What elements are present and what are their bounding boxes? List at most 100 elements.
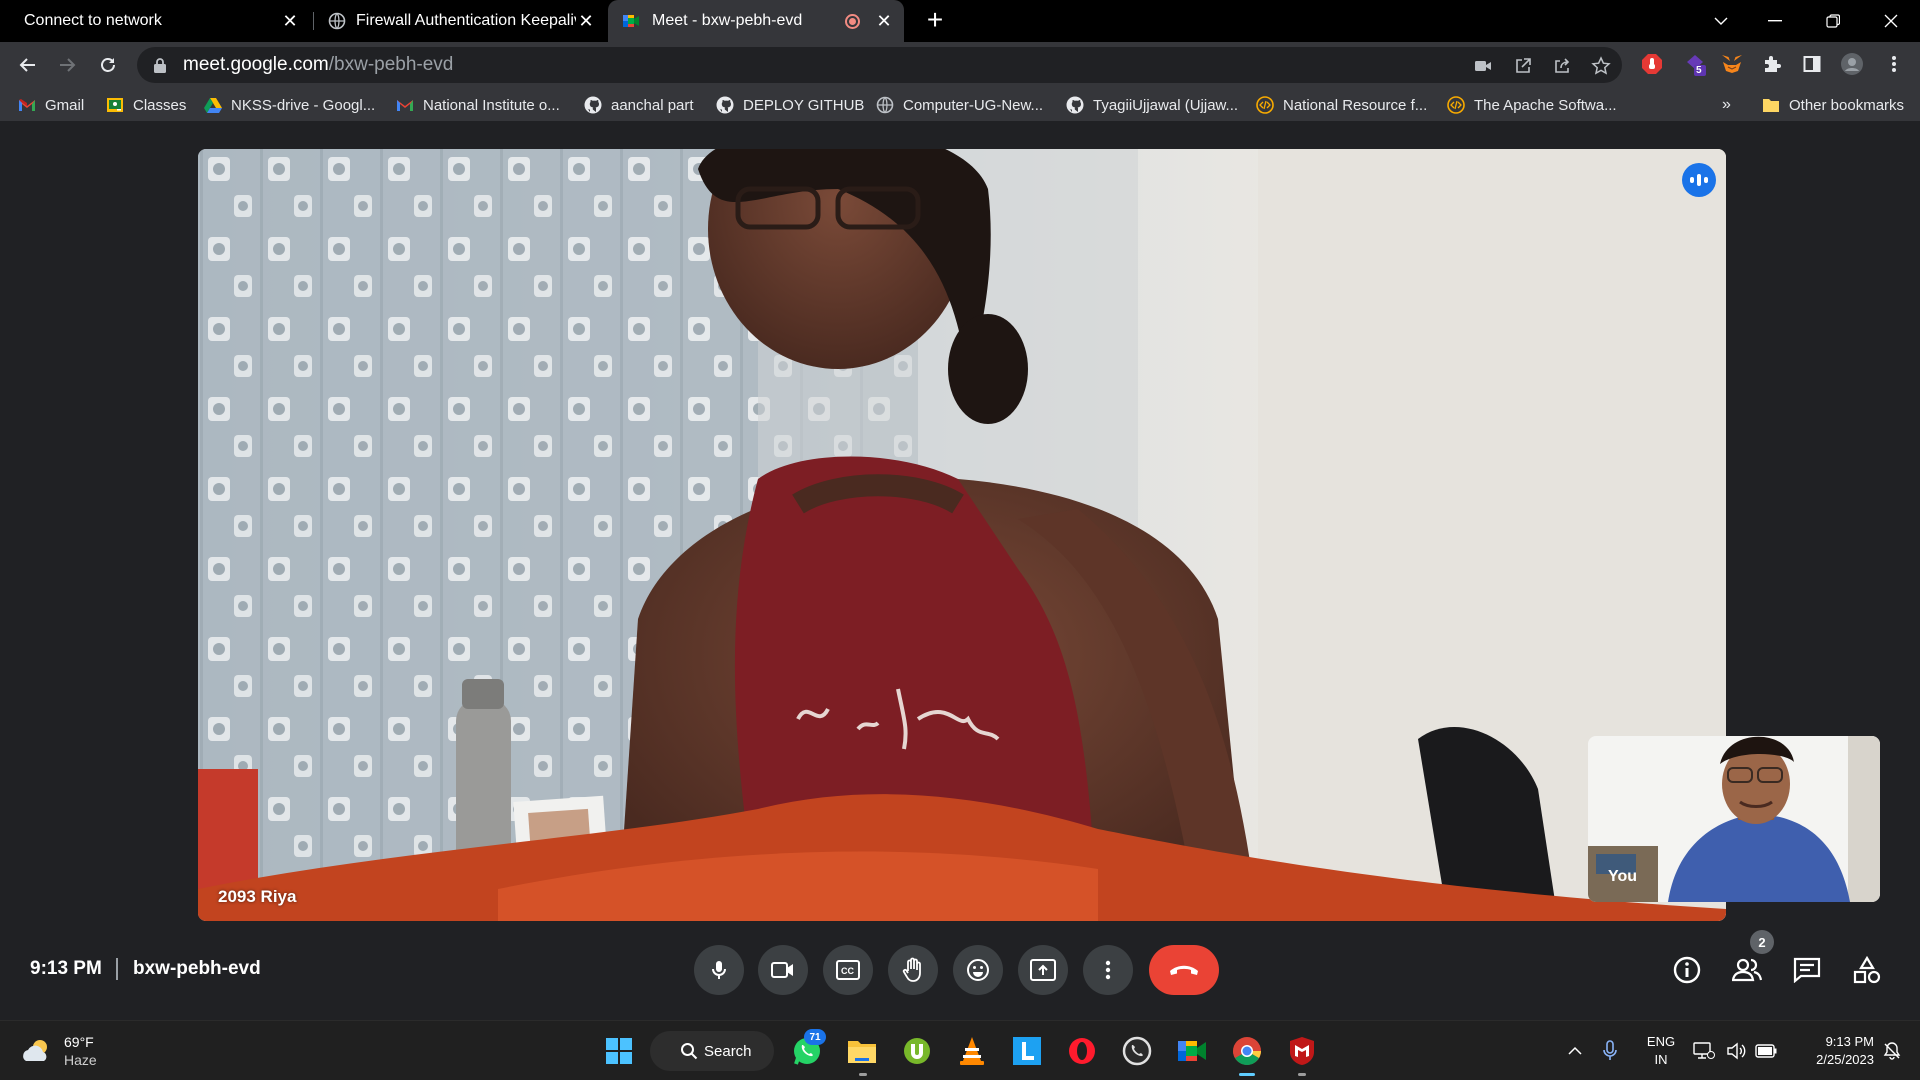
address-bar[interactable]: meet.google.com/bxw-pebh-evd bbox=[137, 47, 1622, 83]
emoji-button[interactable] bbox=[953, 945, 1003, 995]
extensions-puzzle-icon[interactable] bbox=[1760, 52, 1784, 76]
people-button[interactable] bbox=[1727, 950, 1767, 990]
close-icon[interactable]: ✕ bbox=[576, 11, 596, 31]
participant-video-feed bbox=[198, 149, 1726, 921]
adblock-extension-icon[interactable] bbox=[1640, 52, 1664, 76]
self-view-tile[interactable]: You bbox=[1588, 736, 1880, 902]
captions-button[interactable]: CC bbox=[823, 945, 873, 995]
present-icon bbox=[1030, 959, 1056, 981]
language-indicator[interactable]: ENG IN bbox=[1642, 1033, 1680, 1069]
bookmark-tyagiiujjawal[interactable]: TyagiiUjjawal (Ujjaw... bbox=[1066, 95, 1238, 115]
notifications-button[interactable] bbox=[1876, 1035, 1908, 1067]
utorrent-icon bbox=[904, 1038, 930, 1064]
close-window-button[interactable] bbox=[1864, 0, 1918, 42]
battery-tray-icon[interactable] bbox=[1750, 1035, 1782, 1067]
raise-hand-icon bbox=[902, 957, 921, 982]
meeting-clock: 9:13 PM bbox=[30, 958, 102, 979]
opera-taskbar-app[interactable] bbox=[1066, 1035, 1098, 1067]
start-button[interactable] bbox=[603, 1035, 635, 1067]
notification-bell-icon bbox=[1883, 1042, 1901, 1060]
restore-button[interactable] bbox=[1806, 0, 1860, 42]
lock-icon[interactable] bbox=[153, 57, 167, 73]
bookmark-gmail[interactable]: Gmail bbox=[18, 95, 84, 115]
open-in-new-icon[interactable] bbox=[1513, 56, 1533, 76]
present-screen-button[interactable] bbox=[1018, 945, 1068, 995]
participant-video-tile[interactable]: 2093 Riya bbox=[198, 149, 1726, 921]
leave-call-button[interactable] bbox=[1149, 945, 1219, 995]
raise-hand-button[interactable] bbox=[888, 945, 938, 995]
other-bookmarks-folder[interactable]: Other bookmarks bbox=[1762, 95, 1904, 115]
metamask-extension-icon[interactable] bbox=[1720, 52, 1744, 76]
bookmark-national-resource[interactable]: National Resource f... bbox=[1256, 95, 1427, 115]
more-options-button[interactable] bbox=[1083, 945, 1133, 995]
mcafee-taskbar-app[interactable] bbox=[1286, 1035, 1318, 1067]
tab-separator bbox=[313, 12, 314, 30]
tab-connect-to-network[interactable]: Connect to network ✕ bbox=[0, 0, 310, 42]
tab-firewall-authentication[interactable]: Firewall Authentication Keepalive ✕ bbox=[316, 0, 606, 42]
meeting-details-button[interactable] bbox=[1667, 950, 1707, 990]
active-app-indicator bbox=[1239, 1073, 1255, 1076]
whatsapp-taskbar-app[interactable] bbox=[1121, 1035, 1153, 1067]
tab-search-dropdown-icon[interactable] bbox=[1694, 0, 1748, 42]
mic-icon bbox=[712, 961, 726, 979]
taskbar-clock[interactable]: 9:13 PM 2/25/2023 bbox=[1790, 1033, 1874, 1069]
side-panel-icon[interactable] bbox=[1800, 52, 1824, 76]
bookmark-nkss-drive[interactable]: NKSS-drive - Googl... bbox=[204, 95, 375, 115]
emoji-icon bbox=[967, 959, 989, 981]
close-icon[interactable]: ✕ bbox=[874, 11, 894, 31]
extension-badge-count: 5 bbox=[1696, 65, 1702, 76]
back-icon[interactable] bbox=[14, 51, 42, 79]
bookmark-star-icon[interactable] bbox=[1591, 56, 1611, 76]
chat-icon bbox=[1793, 957, 1821, 983]
gmail-icon bbox=[397, 100, 413, 111]
minimize-button[interactable] bbox=[1748, 0, 1802, 42]
mic-button[interactable] bbox=[694, 945, 744, 995]
forward-icon[interactable] bbox=[53, 51, 81, 79]
l-app-taskbar-app[interactable] bbox=[1011, 1035, 1043, 1067]
volume-tray-icon[interactable] bbox=[1720, 1035, 1752, 1067]
extension-badge-icon[interactable]: 5 bbox=[1683, 52, 1707, 76]
weather-widget[interactable]: 69°F Haze bbox=[20, 1033, 97, 1069]
url-text: meet.google.com/bxw-pebh-evd bbox=[183, 54, 454, 75]
mic-icon bbox=[1603, 1040, 1617, 1060]
bookmark-deploy-github[interactable]: DEPLOY GITHUB bbox=[716, 95, 864, 115]
chrome-taskbar-app[interactable] bbox=[1231, 1035, 1263, 1067]
bookmarks-overflow-button[interactable]: » bbox=[1722, 95, 1731, 115]
gmail-icon bbox=[19, 99, 35, 111]
github-icon bbox=[584, 96, 602, 114]
github-icon bbox=[716, 96, 734, 114]
vlc-taskbar-app[interactable] bbox=[956, 1035, 988, 1067]
tab-title: Firewall Authentication Keepalive bbox=[356, 12, 576, 29]
utorrent-taskbar-app[interactable] bbox=[901, 1035, 933, 1067]
new-tab-button[interactable]: + bbox=[922, 6, 948, 34]
windows-taskbar: 69°F Haze Search 71 ENG IN 9:13 PM 2/25/… bbox=[0, 1020, 1920, 1080]
weather-condition: Haze bbox=[64, 1052, 97, 1068]
taskbar-search[interactable]: Search bbox=[650, 1031, 774, 1071]
speaking-indicator-icon bbox=[1682, 163, 1716, 197]
bookmark-aanchal-part[interactable]: aanchal part bbox=[584, 95, 694, 115]
camera-button[interactable] bbox=[758, 945, 808, 995]
share-icon[interactable] bbox=[1552, 56, 1572, 76]
tab-meet[interactable]: Meet - bxw-pebh-evd ✕ bbox=[608, 0, 904, 42]
running-indicator bbox=[859, 1073, 867, 1076]
folder-icon bbox=[1763, 99, 1779, 112]
bookmark-classes[interactable]: Classes bbox=[106, 95, 186, 115]
camera-in-use-icon[interactable] bbox=[1473, 56, 1493, 76]
reload-icon[interactable] bbox=[94, 51, 122, 79]
close-icon[interactable]: ✕ bbox=[280, 11, 300, 31]
bookmark-computer-ug-new[interactable]: Computer-UG-New... bbox=[876, 95, 1043, 115]
running-indicator bbox=[1298, 1073, 1306, 1076]
bookmark-label: Other bookmarks bbox=[1789, 96, 1905, 114]
file-explorer-taskbar-app[interactable] bbox=[846, 1035, 878, 1067]
google-meet-taskbar-app[interactable] bbox=[1176, 1035, 1208, 1067]
activities-button[interactable] bbox=[1847, 950, 1887, 990]
show-hidden-icons-button[interactable] bbox=[1559, 1035, 1591, 1067]
chat-button[interactable] bbox=[1787, 950, 1827, 990]
bookmark-national-institute[interactable]: National Institute o... bbox=[396, 95, 560, 115]
profile-avatar[interactable] bbox=[1840, 52, 1864, 76]
network-tray-icon[interactable] bbox=[1688, 1035, 1720, 1067]
bookmark-apache-software[interactable]: The Apache Softwa... bbox=[1447, 95, 1617, 115]
windows-start-icon bbox=[606, 1038, 632, 1064]
chrome-menu-icon[interactable] bbox=[1882, 52, 1906, 76]
microphone-in-use-tray[interactable] bbox=[1594, 1035, 1626, 1067]
